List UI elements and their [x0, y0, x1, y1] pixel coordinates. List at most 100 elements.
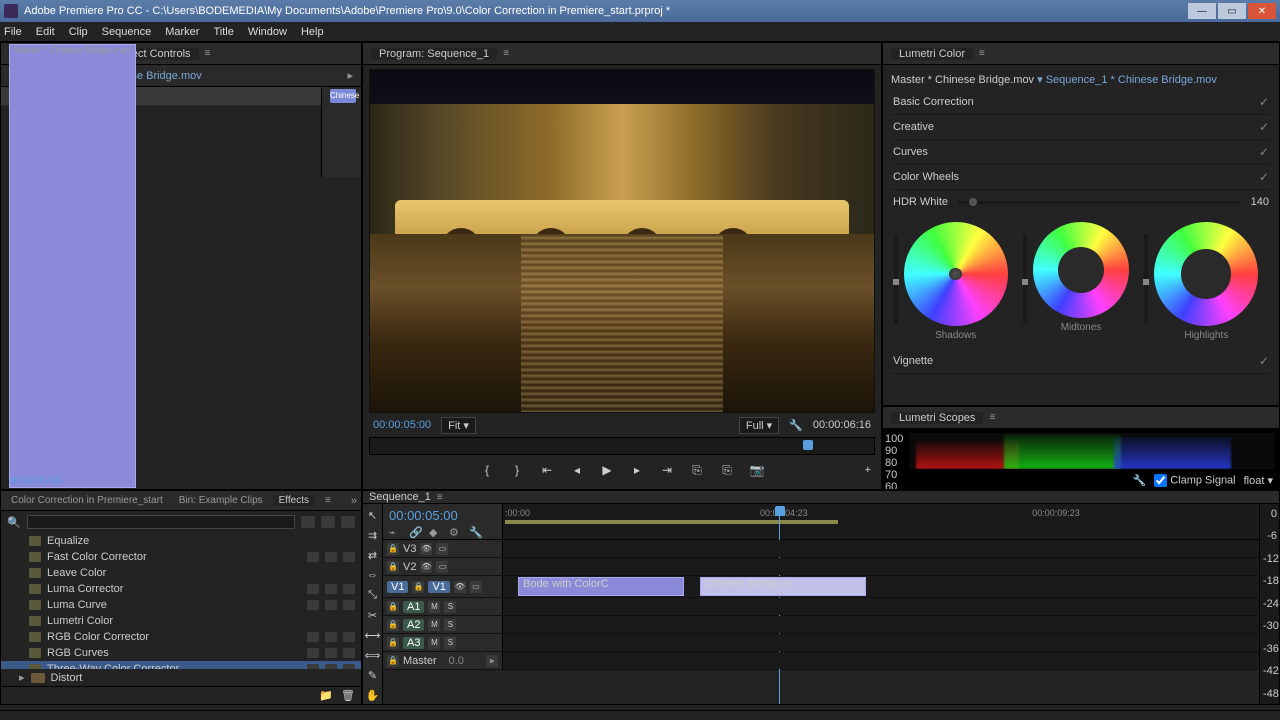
menu-help[interactable]: Help	[301, 26, 324, 38]
shadows-luma-slider[interactable]	[894, 234, 898, 324]
creative-section[interactable]: Creative✓	[891, 115, 1271, 140]
vignette-section[interactable]: Vignette✓	[891, 349, 1271, 374]
rgb-parade-scope[interactable]	[909, 433, 1275, 469]
track-v2-header[interactable]: 🔒V2👁▭	[383, 558, 503, 575]
timeline-playhead[interactable]	[775, 506, 785, 516]
basic-correction-section[interactable]: Basic Correction✓	[891, 90, 1271, 115]
color-wheels-section[interactable]: Color Wheels✓	[891, 165, 1271, 190]
hdr-white-slider[interactable]	[958, 201, 1241, 204]
lumetri-sequence-clip[interactable]: Sequence_1 * Chinese Bridge.mov	[1046, 74, 1217, 86]
wrench-icon[interactable]: 🔧	[1132, 474, 1146, 487]
effect-preset[interactable]: Equalize	[1, 533, 361, 549]
effects-folder-distort[interactable]: ▸ Distort	[1, 669, 361, 686]
32bit-filter-icon[interactable]	[321, 516, 335, 528]
highlights-color-wheel[interactable]	[1154, 222, 1258, 326]
go-to-out-button[interactable]: ⇥	[659, 462, 675, 478]
check-icon[interactable]: ✓	[1259, 170, 1269, 184]
track-select-tool[interactable]: ⇉	[366, 528, 380, 542]
effects-search-input[interactable]	[27, 515, 295, 529]
slip-tool[interactable]: ⟷	[366, 628, 380, 642]
hdr-white-value[interactable]: 140	[1251, 196, 1269, 208]
project-tab[interactable]: Color Correction in Premiere_start	[5, 495, 169, 506]
track-a3-header[interactable]: 🔒A3MS	[383, 634, 503, 651]
razor-tool[interactable]: ✂	[366, 608, 380, 622]
selection-tool[interactable]: ↖	[366, 508, 380, 522]
menu-sequence[interactable]: Sequence	[102, 26, 152, 38]
menu-clip[interactable]: Clip	[69, 26, 88, 38]
midtones-color-wheel[interactable]	[1033, 222, 1129, 318]
track-master-header[interactable]: 🔒Master0.0⫸	[383, 652, 503, 669]
panel-menu-icon[interactable]: ≡	[503, 48, 509, 59]
check-icon[interactable]: ✓	[1259, 120, 1269, 134]
rate-stretch-tool[interactable]: ⤡	[366, 588, 380, 602]
track-v2-lane[interactable]	[503, 558, 1259, 575]
slide-tool[interactable]: ⟺	[366, 648, 380, 662]
wrench-icon[interactable]: 🔧	[789, 419, 803, 432]
track-v3-header[interactable]: 🔒V3👁▭	[383, 540, 503, 557]
step-forward-button[interactable]: ▸	[629, 462, 645, 478]
zoom-fit-dropdown[interactable]: Fit ▾	[441, 417, 476, 434]
panel-menu-icon[interactable]: ≡	[205, 48, 211, 59]
extract-button[interactable]: ⎘	[719, 462, 735, 478]
new-bin-icon[interactable]: 📁	[319, 689, 333, 702]
timeline-timecode[interactable]: 00:00:05:00	[389, 508, 496, 523]
bin-tab[interactable]: Bin: Example Clips	[173, 495, 269, 506]
curves-section[interactable]: Curves✓	[891, 140, 1271, 165]
track-master-lane[interactable]	[503, 652, 1259, 669]
scope-mode-dropdown[interactable]: float ▾	[1244, 474, 1273, 487]
panel-menu-icon[interactable]: ≡	[979, 48, 985, 59]
shadows-color-wheel[interactable]	[904, 222, 1008, 326]
ec-mini-timeline[interactable]: Chinese	[321, 87, 361, 177]
program-video-display[interactable]	[369, 69, 875, 413]
close-button[interactable]: ✕	[1248, 3, 1276, 19]
program-tab[interactable]: Program: Sequence_1	[371, 48, 497, 60]
menu-title[interactable]: Title	[213, 26, 233, 38]
effect-preset[interactable]: Lumetri Color	[1, 613, 361, 629]
track-v3-lane[interactable]	[503, 540, 1259, 557]
effect-preset[interactable]: Fast Color Corrector	[1, 549, 361, 565]
minimize-button[interactable]: —	[1188, 3, 1216, 19]
program-ruler[interactable]	[369, 437, 875, 455]
check-icon[interactable]: ✓	[1259, 145, 1269, 159]
track-a1-header[interactable]: 🔒A1MS	[383, 598, 503, 615]
menu-edit[interactable]: Edit	[36, 26, 55, 38]
track-v1-header[interactable]: V1🔒V1👁▭	[383, 576, 503, 597]
wrench-icon[interactable]: 🔧	[469, 526, 481, 538]
panel-menu-icon[interactable]: ≡	[325, 495, 331, 506]
menu-marker[interactable]: Marker	[165, 26, 199, 38]
lumetri-scopes-tab[interactable]: Lumetri Scopes	[891, 412, 983, 424]
settings-icon[interactable]: ⚙	[449, 526, 461, 538]
ec-clip-marker[interactable]: Chinese	[330, 89, 356, 103]
hand-tool[interactable]: ✋	[366, 688, 380, 702]
panel-overflow-icon[interactable]: »	[351, 495, 357, 507]
effect-preset[interactable]: RGB Color Corrector	[1, 629, 361, 645]
effect-preset[interactable]: Leave Color	[1, 565, 361, 581]
program-playhead[interactable]	[803, 440, 813, 450]
menu-window[interactable]: Window	[248, 26, 287, 38]
sequence-tab[interactable]: Sequence_1	[369, 491, 431, 503]
step-back-button[interactable]: ◂	[569, 462, 585, 478]
resolution-dropdown[interactable]: Full ▾	[739, 417, 779, 434]
highlights-luma-slider[interactable]	[1144, 234, 1148, 324]
work-area-bar[interactable]	[505, 520, 838, 524]
effect-preset[interactable]: Luma Corrector	[1, 581, 361, 597]
ripple-edit-tool[interactable]: ⇄	[366, 548, 380, 562]
rolling-edit-tool[interactable]: ⇔	[366, 568, 380, 582]
clip-bode[interactable]: Bode with ColorC	[518, 577, 684, 596]
trash-icon[interactable]: 🗑	[341, 689, 355, 702]
snap-icon[interactable]: ⌁	[389, 526, 401, 538]
accelerated-filter-icon[interactable]	[301, 516, 315, 528]
effect-preset[interactable]: Luma Curve	[1, 597, 361, 613]
panel-menu-icon[interactable]: ≡	[437, 492, 443, 503]
ec-timecode[interactable]: 00:00:05:00	[9, 476, 62, 487]
panel-menu-icon[interactable]: ≡	[989, 412, 995, 423]
track-a2-lane[interactable]	[503, 616, 1259, 633]
track-v1-lane[interactable]: Bode with ColorC Chinese Bridge.m	[503, 576, 1259, 597]
lumetri-color-tab[interactable]: Lumetri Color	[891, 48, 973, 60]
mark-out-button[interactable]: }	[509, 462, 525, 478]
check-icon[interactable]: ✓	[1259, 95, 1269, 109]
timeline-ruler[interactable]: :00:00 00:00:04:23 00:00:09:23	[503, 504, 1259, 539]
track-a3-lane[interactable]	[503, 634, 1259, 651]
yuv-filter-icon[interactable]	[341, 516, 355, 528]
lift-button[interactable]: ⎘	[689, 462, 705, 478]
